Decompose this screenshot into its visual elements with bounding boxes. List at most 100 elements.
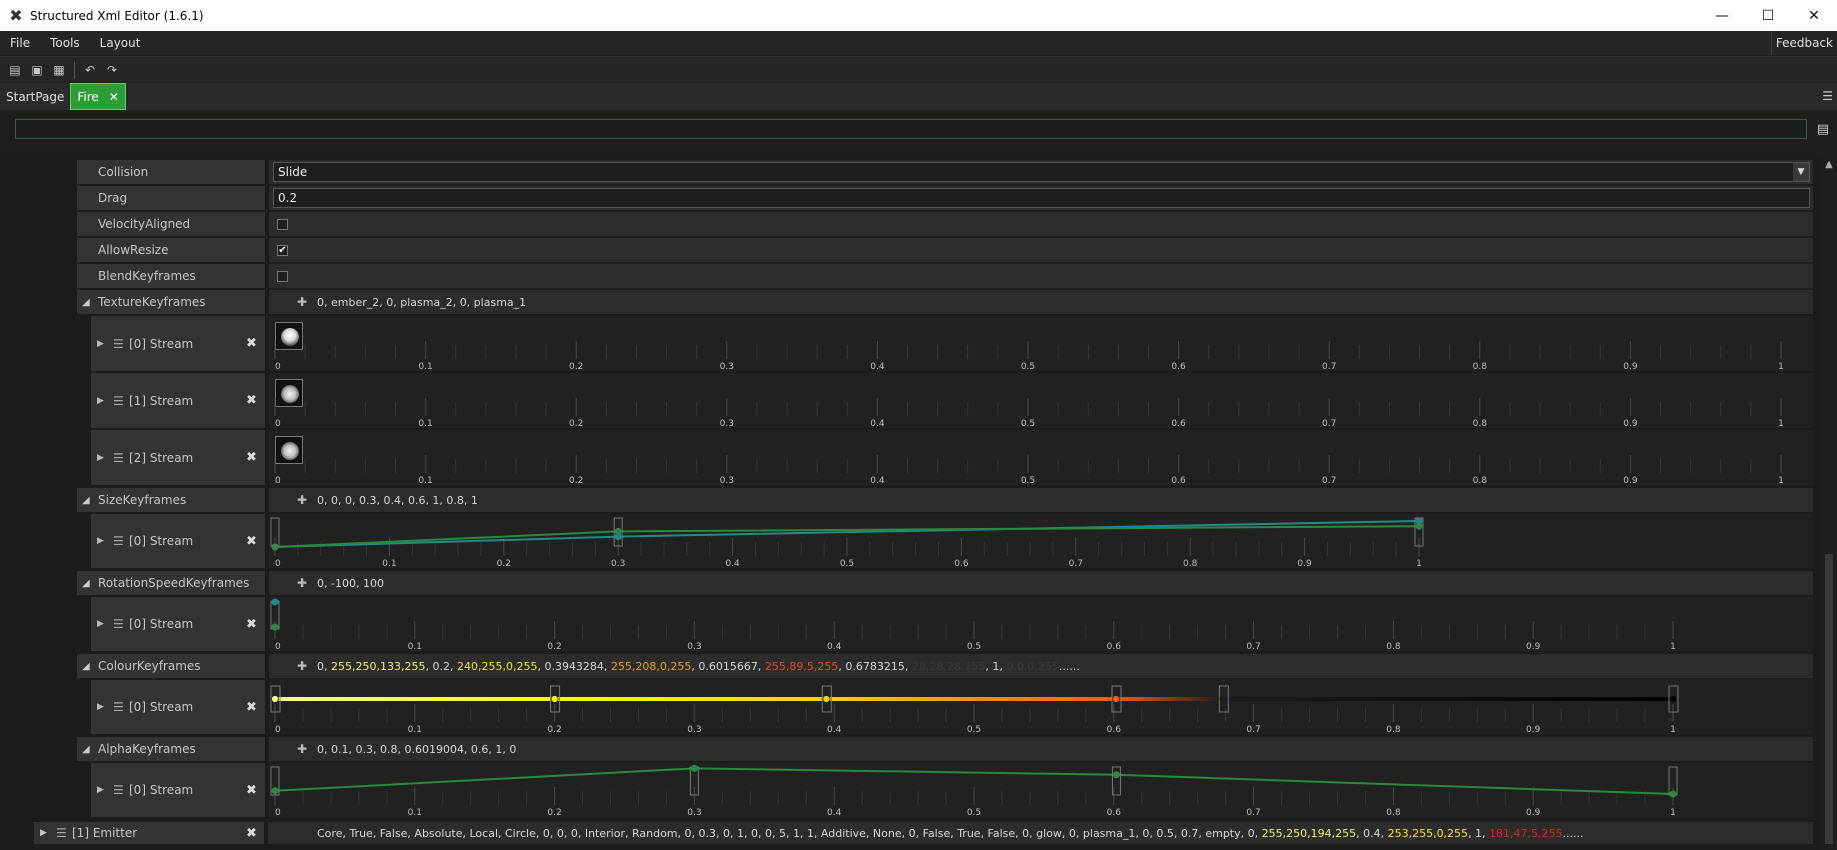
section-rotation-keyframes[interactable]: ◢ RotationSpeedKeyframes ✚ 0, -100, 100 xyxy=(77,571,1813,595)
expand-arrow-icon[interactable]: ▶ xyxy=(97,453,104,463)
expand-arrow-icon[interactable]: ▶ xyxy=(97,536,104,546)
size-keyframe-point xyxy=(614,527,622,535)
menu-file[interactable]: File xyxy=(0,36,40,50)
drag-handle-icon[interactable]: ☰ xyxy=(113,337,124,351)
expand-arrow-icon[interactable]: ▶ xyxy=(97,619,104,629)
tab-startpage[interactable]: StartPage xyxy=(0,83,70,110)
rotation-timeline[interactable]: 0 0.1 0.2 0.3 0.4 0.5 0.6 0.7 0.8 0.9 1 xyxy=(269,597,1813,651)
scrollbar-thumb[interactable] xyxy=(1825,554,1833,844)
delete-icon[interactable]: ✖ xyxy=(246,826,257,841)
delete-icon[interactable]: ✖ xyxy=(246,450,257,465)
expand-arrow-icon[interactable]: ▶ xyxy=(97,785,104,795)
collision-dropdown[interactable]: Slide ▼ xyxy=(273,162,1810,182)
texture-timeline[interactable]: 0 0.1 0.2 0.3 0.4 0.5 0.6 0.7 0.8 0.9 1 xyxy=(269,316,1813,371)
velocity-aligned-checkbox[interactable] xyxy=(277,218,288,230)
section-size-keyframes[interactable]: ◢ SizeKeyframes ✚ 0, 0, 0, 0.3, 0.4, 0.6… xyxy=(77,488,1813,512)
filter-input[interactable] xyxy=(15,119,1807,139)
feedback-button[interactable]: Feedback xyxy=(1770,31,1837,55)
collapse-triangle-icon[interactable]: ◢ xyxy=(82,578,90,589)
add-icon[interactable]: ✚ xyxy=(297,493,307,507)
add-icon[interactable]: ✚ xyxy=(297,659,307,673)
minimize-button[interactable]: — xyxy=(1699,0,1745,31)
expand-arrow-icon[interactable]: ▶ xyxy=(97,396,104,406)
delete-icon[interactable]: ✖ xyxy=(246,393,257,408)
redo-icon[interactable]: ↷ xyxy=(101,59,123,81)
axis-tick-label: 0.9 xyxy=(1526,642,1541,651)
drag-input[interactable]: 0.2 xyxy=(273,188,1810,208)
section-alpha-keyframes[interactable]: ◢ AlphaKeyframes ✚ 0, 0.1, 0.3, 0.8, 0.6… xyxy=(77,737,1813,761)
maximize-button[interactable]: ☐ xyxy=(1745,0,1791,31)
texture-timeline[interactable]: 0 0.1 0.2 0.3 0.4 0.5 0.6 0.7 0.8 0.9 1 xyxy=(269,373,1813,428)
section-colour-keyframes[interactable]: ◢ ColourKeyframes ✚ 0, 255,250,133,255, … xyxy=(77,654,1813,678)
stream-label: [0] Stream xyxy=(129,617,194,631)
allow-resize-checkbox[interactable]: ✔ xyxy=(277,244,288,256)
axis-tick-label: 0.6 xyxy=(1171,476,1186,485)
alpha-curve-editor[interactable]: 0 0.1 0.2 0.3 0.4 0.5 0.6 0.7 0.8 0.9 1 xyxy=(269,763,1813,817)
stream-label: [2] Stream xyxy=(129,450,194,465)
add-icon[interactable]: ✚ xyxy=(297,295,307,309)
expand-arrow-icon[interactable]: ▶ xyxy=(40,828,47,838)
undo-icon[interactable]: ↶ xyxy=(79,59,101,81)
property-row-allow-resize: AllowResize ✔ xyxy=(77,238,1813,262)
drag-handle-icon[interactable]: ☰ xyxy=(113,617,124,631)
menu-tools[interactable]: Tools xyxy=(40,36,90,50)
collapse-triangle-icon[interactable]: ◢ xyxy=(82,661,90,672)
collapse-triangle-icon[interactable]: ◢ xyxy=(82,297,90,308)
collapse-triangle-icon[interactable]: ◢ xyxy=(82,744,90,755)
drag-handle-icon[interactable]: ☰ xyxy=(56,826,67,840)
texture-timeline[interactable]: 0 0.1 0.2 0.3 0.4 0.5 0.6 0.7 0.8 0.9 1 xyxy=(269,430,1813,485)
delete-icon[interactable]: ✖ xyxy=(246,534,257,549)
section-texture-keyframes[interactable]: ◢ TextureKeyframes ✚ 0, ember_2, 0, plas… xyxy=(77,290,1813,314)
tab-label: StartPage xyxy=(6,89,65,104)
delete-icon[interactable]: ✖ xyxy=(246,700,257,715)
save-all-icon[interactable]: ▦ xyxy=(48,59,70,81)
axis-tick-label: 0 xyxy=(275,642,281,651)
filter-menu-icon[interactable]: ▤ xyxy=(1817,122,1829,137)
tab-fire[interactable]: Fire ✕ xyxy=(70,83,126,110)
size-timeline[interactable]: 0 0.1 0.2 0.3 0.4 0.5 0.6 0.7 0.8 0.9 1 xyxy=(269,514,1813,568)
delete-icon[interactable]: ✖ xyxy=(246,617,257,632)
drag-handle-icon[interactable]: ☰ xyxy=(113,534,124,548)
axis-tick-label: 0.8 xyxy=(1386,642,1401,651)
axis-tick-label: 0.6 xyxy=(1171,362,1186,371)
colour-timeline[interactable]: 0 0.1 0.2 0.3 0.4 0.5 0.6 0.7 0.8 0.9 1 xyxy=(269,680,1813,734)
size-stream-0: ▶ ☰ [0] Stream ✖ 0 0.1 0.2 0.3 0.4 0.5 0.6 0.7 0… xyxy=(91,514,1813,568)
vertical-scrollbar[interactable]: ▲ xyxy=(1821,158,1837,850)
drag-handle-icon[interactable]: ☰ xyxy=(113,783,124,797)
section-summary: 0, 255,250,133,255, 0.2, 240,255,0,255, … xyxy=(317,660,1080,673)
close-button[interactable]: ✕ xyxy=(1791,0,1837,31)
save-icon[interactable]: ▣ xyxy=(26,59,48,81)
axis-tick-label: 0.2 xyxy=(547,725,561,734)
delete-icon[interactable]: ✖ xyxy=(246,336,257,351)
colour-gradient-editor[interactable]: 0 0.1 0.2 0.3 0.4 0.5 0.6 0.7 0.8 0.9 1 xyxy=(269,680,1813,734)
emitter-row[interactable]: ▶ ☰ [1] Emitter ✖ Core, True, False, Abs… xyxy=(34,822,1813,844)
alpha-stream-0: ▶ ☰ [0] Stream ✖ 0 0.1 0.2 0.3 0.4 0.5 0.6 0.7 0… xyxy=(91,763,1813,817)
new-icon[interactable]: ▤ xyxy=(4,59,26,81)
drag-handle-icon[interactable]: ☰ xyxy=(113,451,124,465)
scroll-up-icon[interactable]: ▲ xyxy=(1821,158,1837,172)
axis-tick-label: 0.2 xyxy=(547,808,561,817)
section-summary: 0, ember_2, 0, plasma_2, 0, plasma_1 xyxy=(317,295,527,309)
add-icon[interactable]: ✚ xyxy=(297,742,307,756)
filter-bar: ▤ xyxy=(0,110,1837,156)
delete-icon[interactable]: ✖ xyxy=(246,783,257,798)
expand-arrow-icon[interactable]: ▶ xyxy=(97,702,104,712)
add-icon[interactable]: ✚ xyxy=(297,576,307,590)
chevron-down-icon[interactable]: ▼ xyxy=(1793,163,1809,181)
rotation-curve-editor[interactable]: 0 0.1 0.2 0.3 0.4 0.5 0.6 0.7 0.8 0.9 1 xyxy=(269,597,1813,651)
expand-arrow-icon[interactable]: ▶ xyxy=(97,339,104,349)
collapse-triangle-icon[interactable]: ◢ xyxy=(82,495,90,506)
section-summary: 0, 0.1, 0.3, 0.8, 0.6019004, 0.6, 1, 0 xyxy=(317,742,517,756)
axis-tick-label: 0 xyxy=(275,808,281,817)
menu-layout[interactable]: Layout xyxy=(90,36,151,50)
blend-keyframes-checkbox[interactable] xyxy=(277,270,288,282)
drag-handle-icon[interactable]: ☰ xyxy=(113,700,124,714)
axis-tick-label: 0.2 xyxy=(569,362,583,371)
alpha-timeline[interactable]: 0 0.1 0.2 0.3 0.4 0.5 0.6 0.7 0.8 0.9 1 xyxy=(269,763,1813,817)
size-keyframe-point xyxy=(1415,522,1423,530)
tab-close-icon[interactable]: ✕ xyxy=(109,90,119,104)
drag-handle-icon[interactable]: ☰ xyxy=(113,394,124,408)
timeline-axis: 0 0.1 0.2 0.3 0.4 0.5 0.6 0.7 0.8 0.9 1 xyxy=(274,455,1784,485)
tab-overflow-icon[interactable]: ☰ xyxy=(1822,89,1833,103)
size-curve-editor[interactable]: 0 0.1 0.2 0.3 0.4 0.5 0.6 0.7 0.8 0.9 1 xyxy=(269,514,1813,568)
